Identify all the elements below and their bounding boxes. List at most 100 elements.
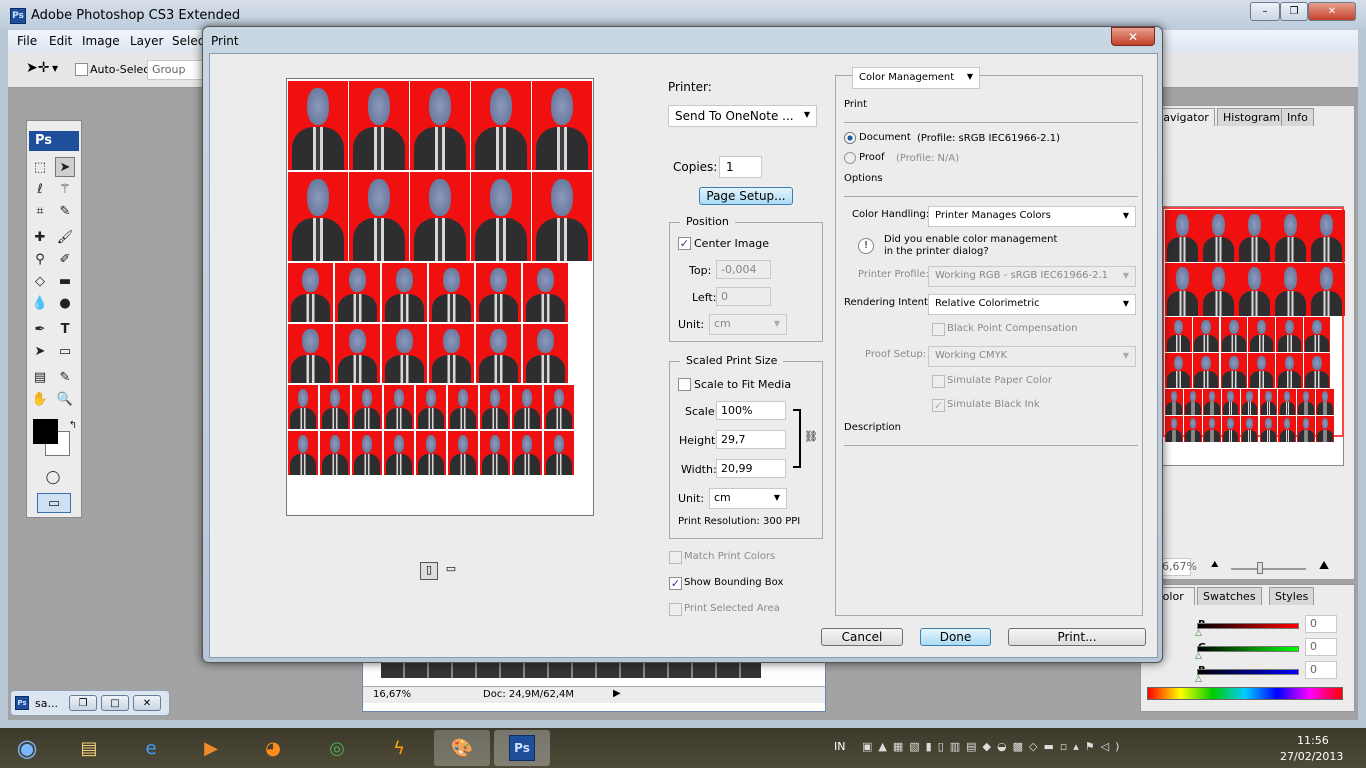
menu-file[interactable]: File: [17, 34, 37, 48]
swap-colors-icon[interactable]: ↰: [63, 415, 83, 435]
clock-date[interactable]: 27/02/2013: [1280, 750, 1343, 763]
zoom-out-icon[interactable]: ⛰: [1211, 560, 1219, 570]
rendering-intent-select[interactable]: Relative Colorimetric: [928, 294, 1136, 315]
clone-stamp-icon[interactable]: ⚲: [30, 249, 50, 269]
hand-tool-icon[interactable]: ✋: [30, 389, 50, 409]
portrait-orientation-icon[interactable]: ▯: [420, 562, 438, 580]
type-tool-icon[interactable]: T: [55, 319, 75, 339]
section-select[interactable]: Color Management: [852, 67, 980, 89]
top-input[interactable]: -0,004: [716, 260, 771, 279]
close-doc-button[interactable]: ✕: [133, 695, 161, 711]
channel-value[interactable]: 0: [1305, 615, 1337, 633]
tab-styles[interactable]: Styles: [1269, 587, 1315, 605]
document-radio[interactable]: [844, 132, 856, 144]
gradient-icon[interactable]: ▬: [55, 271, 75, 291]
channel-slider[interactable]: [1197, 623, 1299, 629]
maximize-doc-button[interactable]: □: [101, 695, 129, 711]
page-setup-button[interactable]: Page Setup...: [699, 187, 793, 205]
firefox-icon[interactable]: ◕: [246, 730, 300, 766]
cancel-button[interactable]: Cancel: [821, 628, 903, 646]
position-unit-select[interactable]: cm: [709, 314, 787, 335]
color-spectrum-bar[interactable]: [1147, 687, 1343, 700]
height-input[interactable]: 29,7: [716, 430, 786, 449]
proof-radio[interactable]: [844, 152, 856, 164]
chrome-icon[interactable]: ◎: [310, 730, 364, 766]
photoshop-taskbar-button[interactable]: Ps: [494, 730, 550, 766]
start-button[interactable]: ◉: [2, 730, 52, 766]
copies-input[interactable]: 1: [719, 156, 762, 178]
channel-value[interactable]: 0: [1305, 661, 1337, 679]
marquee-tool-icon[interactable]: ⬚: [30, 157, 50, 177]
eyedropper-2-icon[interactable]: ✎: [55, 367, 75, 387]
auto-select-checkbox[interactable]: [75, 63, 88, 76]
channel-slider[interactable]: [1197, 646, 1299, 652]
internet-explorer-icon[interactable]: e: [124, 730, 178, 766]
zoom-slider[interactable]: [1231, 568, 1306, 570]
simulate-black-ink-checkbox[interactable]: ✓: [932, 399, 945, 412]
zoom-tool-icon[interactable]: 🔍: [55, 389, 75, 409]
landscape-orientation-icon[interactable]: ▭: [442, 562, 460, 580]
clock-time[interactable]: 11:56: [1297, 734, 1329, 747]
path-select-icon[interactable]: ➤: [30, 341, 50, 361]
close-button[interactable]: ✕: [1308, 2, 1356, 21]
zoom-slider-handle[interactable]: [1257, 562, 1263, 574]
print-button[interactable]: Print...: [1008, 628, 1146, 646]
notes-icon[interactable]: ▤: [30, 367, 50, 387]
screen-mode-icon[interactable]: ▭: [37, 493, 71, 513]
simulate-paper-color-checkbox[interactable]: [932, 375, 945, 388]
magic-wand-icon[interactable]: ⚚: [55, 179, 75, 199]
healing-brush-icon[interactable]: ✚: [30, 227, 50, 247]
pen-tool-icon[interactable]: ✒: [30, 319, 50, 339]
crop-tool-icon[interactable]: ⌗: [30, 201, 50, 221]
zoom-in-icon[interactable]: ⛰: [1319, 558, 1329, 573]
channel-slider[interactable]: [1197, 669, 1299, 675]
tab-swatches[interactable]: Swatches: [1197, 587, 1262, 605]
tab-info[interactable]: Info: [1281, 108, 1314, 126]
explorer-icon[interactable]: ▤: [62, 730, 116, 766]
color-handling-select[interactable]: Printer Manages Colors: [928, 206, 1136, 227]
navigator-view-box[interactable]: [1162, 207, 1345, 443]
scale-input[interactable]: 100%: [716, 401, 786, 420]
paint-icon[interactable]: 🎨: [434, 730, 490, 766]
left-input[interactable]: 0: [716, 287, 771, 306]
print-selected-area-checkbox[interactable]: [669, 603, 682, 616]
move-tool-icon[interactable]: ➤✛: [26, 60, 49, 76]
media-player-icon[interactable]: ▶: [184, 730, 238, 766]
channel-value[interactable]: 0: [1305, 638, 1337, 656]
dodge-icon[interactable]: ●: [55, 293, 75, 313]
minimized-document[interactable]: Ps sa... ❐ □ ✕: [10, 690, 170, 716]
minimize-button[interactable]: –: [1250, 2, 1280, 21]
printer-select[interactable]: Send To OneNote ...: [668, 105, 817, 127]
black-point-compensation-checkbox[interactable]: [932, 323, 945, 336]
tab-histogram[interactable]: Histogram: [1217, 108, 1287, 126]
menu-layer[interactable]: Layer: [130, 34, 163, 48]
match-print-colors-checkbox[interactable]: [669, 551, 682, 564]
scale-to-fit-checkbox[interactable]: [678, 378, 691, 391]
menu-edit[interactable]: Edit: [49, 34, 72, 48]
foreground-color-swatch[interactable]: [33, 419, 58, 444]
dialog-close-button[interactable]: ✕: [1111, 27, 1155, 46]
quick-mask-icon[interactable]: ◯: [43, 467, 63, 487]
show-bounding-box-checkbox[interactable]: ✓: [669, 577, 682, 590]
lasso-tool-icon[interactable]: ℓ: [30, 179, 50, 199]
winamp-icon[interactable]: ϟ: [372, 730, 426, 766]
doc-zoom[interactable]: 16,67%: [373, 689, 411, 700]
center-image-checkbox[interactable]: ✓: [678, 237, 691, 250]
eyedropper-icon[interactable]: ✎: [55, 201, 75, 221]
doc-info[interactable]: Doc: 24,9M/62,4M: [483, 689, 574, 700]
language-indicator[interactable]: IN: [834, 740, 845, 753]
menu-image[interactable]: Image: [82, 34, 120, 48]
done-button[interactable]: Done: [920, 628, 991, 646]
shape-tool-icon[interactable]: ▭: [55, 341, 75, 361]
eraser-icon[interactable]: ◇: [30, 271, 50, 291]
link-icon[interactable]: ⛓: [804, 430, 818, 443]
slider-handle-icon[interactable]: △: [1195, 628, 1202, 638]
chevron-down-icon[interactable]: ▼: [52, 64, 58, 73]
brush-tool-icon[interactable]: 🖌: [55, 227, 75, 247]
slider-handle-icon[interactable]: △: [1195, 674, 1202, 684]
system-tray-icons[interactable]: ▣▲▦▧▮▯▥▤◆◒▩◇▬▫▴⚑◁): [862, 740, 1132, 756]
proof-setup-select[interactable]: Working CMYK: [928, 346, 1136, 367]
scaled-unit-select[interactable]: cm: [709, 488, 787, 509]
slider-handle-icon[interactable]: △: [1195, 651, 1202, 661]
move-tool-icon[interactable]: ➤: [55, 157, 75, 177]
